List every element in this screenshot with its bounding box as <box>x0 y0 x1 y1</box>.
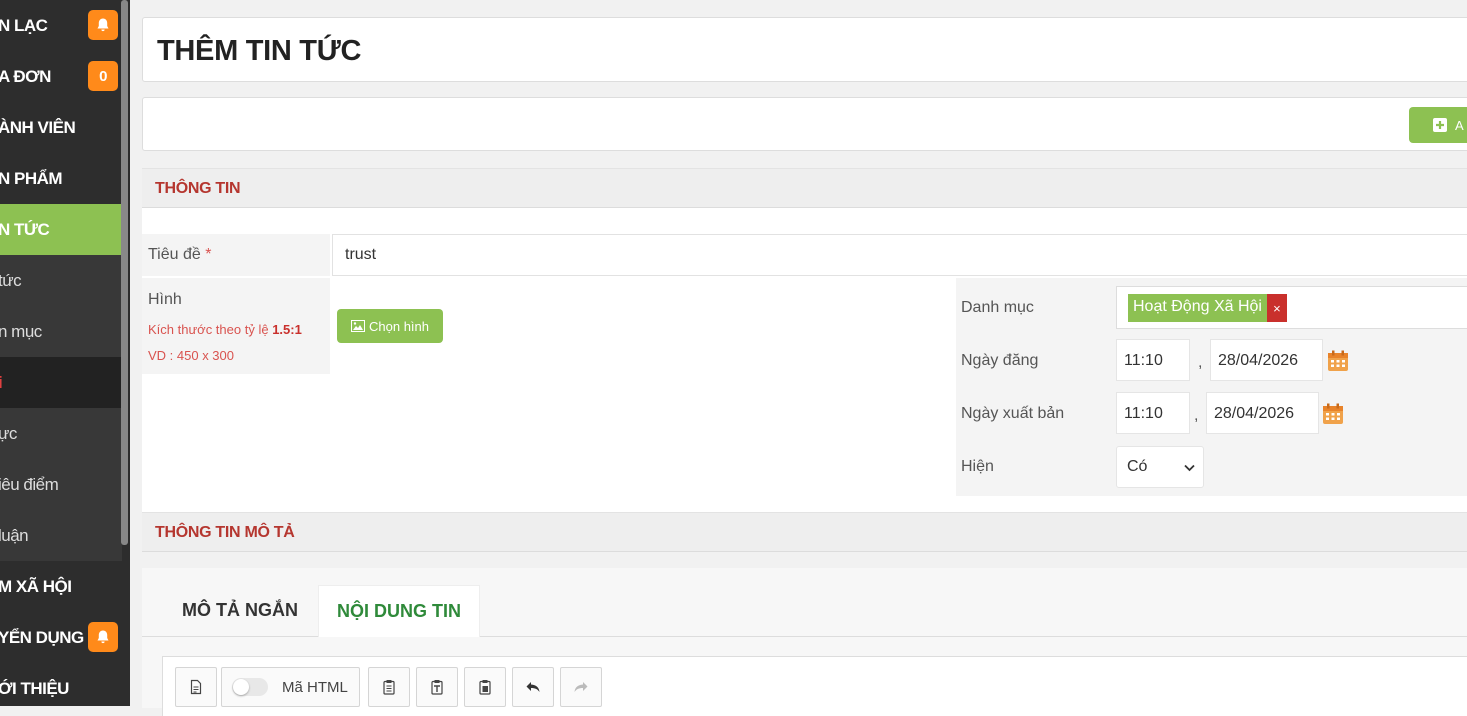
undo-button[interactable] <box>512 667 554 707</box>
publish-date-label: Ngày đăng <box>961 352 1039 369</box>
image-label-cell: Hình Kích thước theo tỷ lệ 1.5:1 VD : 45… <box>142 278 330 374</box>
sidebar-item-members[interactable]: ÀNH VIÊN <box>0 102 122 153</box>
show-select[interactable]: Có <box>1116 446 1204 488</box>
category-tag-label: Hoạt Động Xã Hội <box>1128 294 1267 322</box>
section-description-header: THÔNG TIN MÔ TẢ <box>142 512 1467 552</box>
sidebar-subitem-category[interactable]: n mục <box>0 306 122 357</box>
title-card: THÊM TIN TỨC <box>142 17 1467 82</box>
category-tag: Hoạt Động Xã Hội × <box>1128 294 1287 322</box>
section-title: THÔNG TIN MÔ TẢ <box>155 524 295 541</box>
choose-image-label: Chọn hình <box>369 318 429 334</box>
category-select[interactable]: Hoạt Động Xã Hội × <box>1116 286 1467 329</box>
image-icon <box>351 320 365 332</box>
sidebar-item-label: N TỨC <box>0 219 50 239</box>
sidebar-item-label: YỂN DỤNG <box>0 627 84 647</box>
section-info-header: THÔNG TIN <box>142 168 1467 208</box>
sidebar-subitem-news[interactable]: tức <box>0 255 122 306</box>
chevron-down-icon <box>1184 464 1195 472</box>
choose-image-button[interactable]: Chọn hình <box>337 309 443 343</box>
sidebar-item-news[interactable]: N TỨC <box>0 204 122 255</box>
sidebar-item-orders[interactable]: A ĐƠN 0 <box>0 51 122 102</box>
order-count-badge: 0 <box>88 61 118 91</box>
redo-button[interactable] <box>560 667 602 707</box>
sidebar-item-label: M XÃ HỘI <box>0 576 72 596</box>
release-date-label: Ngày xuất bản <box>961 405 1065 422</box>
show-label: Hiện <box>961 458 994 475</box>
sidebar-item-contact[interactable]: N LẠC <box>0 0 122 51</box>
sidebar-scrollbar[interactable] <box>121 0 128 545</box>
show-select-value: Có <box>1127 458 1148 475</box>
editor-toolbar: Mã HTML <box>162 656 1467 716</box>
paste-word-button[interactable] <box>464 667 506 707</box>
html-mode-toggle[interactable]: Mã HTML <box>221 667 360 707</box>
sidebar-item-about[interactable]: ỚI THIỆU <box>0 663 122 706</box>
document-icon <box>190 679 202 695</box>
sidebar-item-label: ực <box>0 423 17 443</box>
undo-icon <box>526 682 540 692</box>
sidebar-item-label: luận <box>0 525 29 545</box>
paste-word-icon <box>479 680 491 695</box>
sidebar-item-label: N PHẨM <box>0 168 63 188</box>
sidebar-item-products[interactable]: N PHẨM <box>0 153 122 204</box>
release-date-input[interactable]: 28/04/2026 <box>1206 392 1319 434</box>
publish-date-input[interactable]: 28/04/2026 <box>1210 339 1323 381</box>
publish-panel: Danh mục Hoạt Động Xã Hội × Ngày đăng 11… <box>956 278 1467 496</box>
sidebar-subitem-news-2[interactable]: ực <box>0 408 122 459</box>
toolbar-card: A <box>142 97 1467 151</box>
sidebar-item-label: i <box>0 373 3 393</box>
sidebar-item-label: N LẠC <box>0 15 48 35</box>
paste-icon <box>383 680 395 695</box>
sidebar-subitem-comments[interactable]: luận <box>0 510 122 561</box>
sidebar-item-label: ÀNH VIÊN <box>0 117 76 137</box>
image-label: Hình <box>148 291 182 308</box>
title-label: Tiêu đề * <box>148 246 212 263</box>
plus-square-icon <box>1433 118 1447 132</box>
remove-category-button[interactable]: × <box>1266 294 1287 322</box>
section-title: THÔNG TIN <box>155 180 241 197</box>
sidebar-subitem-add[interactable]: i <box>0 357 122 408</box>
add-button[interactable]: A <box>1409 107 1467 143</box>
paste-text-button[interactable] <box>416 667 458 707</box>
description-tabs: MÔ TẢ NGẮN NỘI DUNG TIN Mã HTML <box>142 568 1467 716</box>
sidebar: N LẠC A ĐƠN 0 ÀNH VIÊN N PHẨM N TỨC tức … <box>0 0 130 706</box>
paste-button[interactable] <box>368 667 410 707</box>
sidebar-subitem-highlight[interactable]: iêu điểm <box>0 459 122 510</box>
release-time-input[interactable]: 11:10 <box>1116 392 1190 434</box>
tab-short-description[interactable]: MÔ TẢ NGẮN <box>164 585 316 637</box>
separator: , <box>1198 354 1203 371</box>
calendar-icon[interactable] <box>1326 349 1350 373</box>
separator: , <box>1194 407 1199 424</box>
tab-news-content[interactable]: NỘI DUNG TIN <box>318 585 480 637</box>
sidebar-item-social[interactable]: M XÃ HỘI <box>0 561 122 612</box>
category-label: Danh mục <box>961 299 1034 316</box>
title-label-cell: Tiêu đề * <box>142 234 330 276</box>
sidebar-item-recruitment[interactable]: YỂN DỤNG <box>0 612 122 663</box>
new-document-button[interactable] <box>175 667 217 707</box>
paste-text-icon <box>431 680 443 695</box>
sidebar-item-label: tức <box>0 270 22 290</box>
image-example-hint: VD : 450 x 300 <box>148 348 234 363</box>
redo-icon <box>574 682 588 692</box>
bell-icon <box>88 622 118 652</box>
sidebar-item-label: n mục <box>0 321 42 341</box>
bell-icon <box>88 10 118 40</box>
page-title: THÊM TIN TỨC <box>157 35 362 67</box>
title-input[interactable]: trust <box>332 234 1467 276</box>
publish-time-input[interactable]: 11:10 <box>1116 339 1190 381</box>
image-size-hint: Kích thước theo tỷ lệ 1.5:1 <box>148 322 302 337</box>
sidebar-item-label: A ĐƠN <box>0 66 51 86</box>
info-form: Tiêu đề * trust Hình Kích thước theo tỷ … <box>142 208 1467 512</box>
sidebar-item-label: iêu điểm <box>0 474 59 494</box>
calendar-icon[interactable] <box>1321 402 1345 426</box>
html-mode-label: Mã HTML <box>282 678 348 696</box>
sidebar-item-label: ỚI THIỆU <box>0 678 69 698</box>
toggle-switch[interactable] <box>232 678 268 696</box>
main-content: THÊM TIN TỨC A THÔNG TIN Tiêu đề * trust… <box>130 0 1467 716</box>
add-button-label: A <box>1455 117 1464 133</box>
